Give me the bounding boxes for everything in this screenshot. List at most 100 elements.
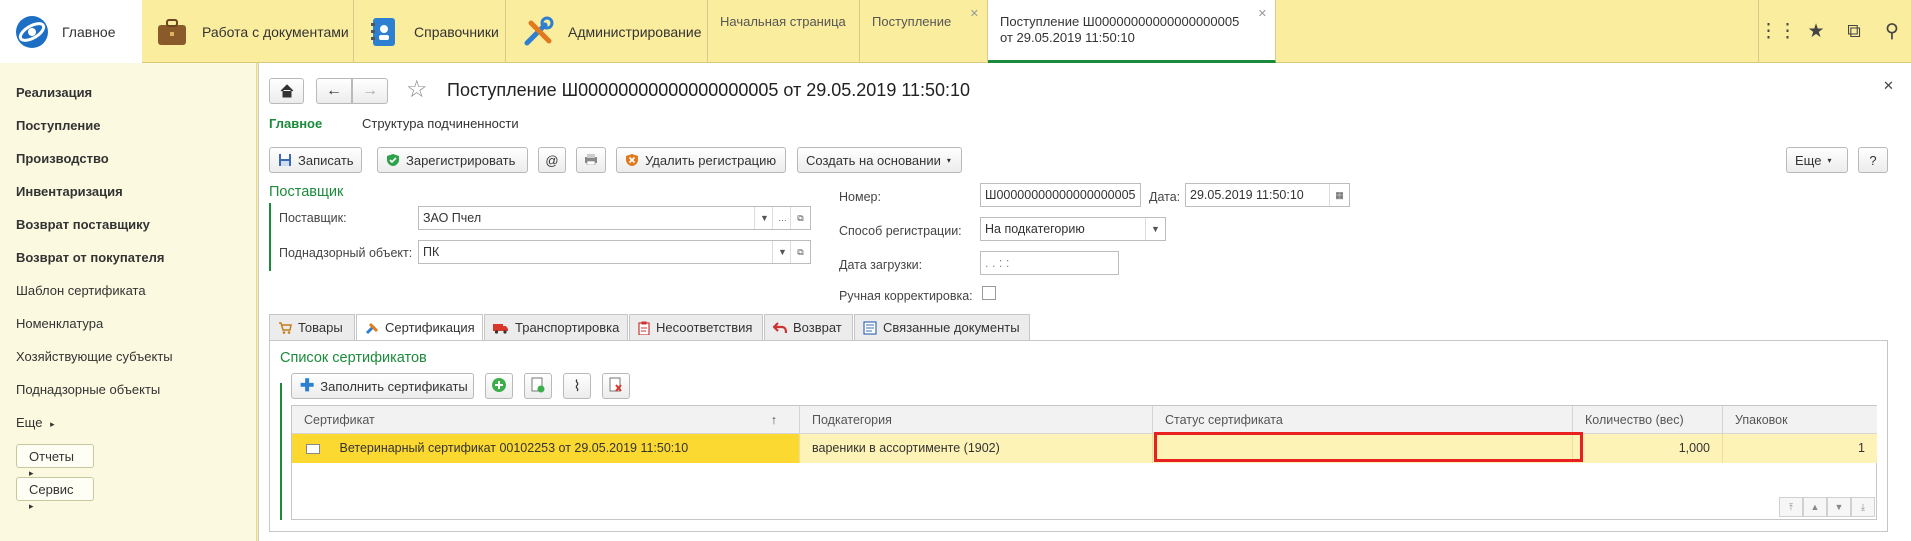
sidebar-item-more[interactable]: Еще ▸ [16,415,55,430]
supplier-group-title: Поставщик [269,184,344,200]
sidebar-item-return-to-supplier[interactable]: Возврат поставщику [16,217,150,232]
dropdown-icon[interactable]: ▼ [754,207,774,229]
delete-registration-button[interactable]: Удалить регистрацию [616,147,786,173]
favorites-star-icon[interactable]: ★ [1797,20,1835,43]
reports-button[interactable]: Отчеты ▸ [16,444,94,478]
table-cell-certificate[interactable]: Ветеринарный сертификат 00102253 от 29.0… [292,434,800,463]
tab-return[interactable]: Возврат [764,314,853,341]
registration-method-label: Способ регистрации: [839,224,962,238]
status-cell-highlight [1154,432,1583,462]
column-header-certificate-status[interactable]: Статус сертификата [1153,406,1573,434]
attach-button[interactable]: ⌇ [563,373,591,399]
supervised-object-field[interactable]: ПК ▼ ⧉ [418,240,811,264]
copy-doc-icon [531,377,545,396]
number-label: Номер: [839,190,881,204]
sidebar-item-business-entities[interactable]: Хозяйствующие субъекты [16,349,173,364]
registration-method-select[interactable]: На подкатегорию ▼ [980,217,1166,241]
table-cell-subcategory[interactable]: вареники в ассортименте (1902) [800,434,1153,463]
tab-certification[interactable]: Сертификация [356,314,483,341]
tab-label: Транспортировка [515,320,620,335]
nav-main[interactable]: Главное [269,116,322,131]
scroll-first-icon[interactable]: ⤒ [1779,497,1803,517]
email-button[interactable]: @ [538,147,566,173]
plus-icon: ✚ [300,376,315,395]
tab-label: Начальная страница [720,14,846,29]
load-date-field[interactable]: . . : : [980,251,1119,275]
number-field[interactable]: Ш00000000000000000005 [980,183,1141,207]
help-button[interactable]: ? [1858,147,1888,173]
section-documents[interactable]: Работа с документами [142,0,354,63]
manual-correction-checkbox[interactable] [982,286,996,300]
calendar-icon[interactable]: ▦ [1329,184,1349,206]
column-header-certificate[interactable]: Сертификат ↑ [292,406,800,434]
history-icon[interactable]: ⧉ [1835,21,1873,43]
tab-label: Связанные документы [883,320,1020,335]
sidebar-item-sales[interactable]: Реализация [16,85,92,100]
table-cell-quantity[interactable]: 1,000 [1573,434,1723,463]
supplier-field[interactable]: ЗАО Пчел ▼ … ⧉ [418,206,811,230]
register-button[interactable]: Зарегистрировать [377,147,528,173]
column-header-packages[interactable]: Упаковок [1723,406,1877,434]
add-row-button[interactable] [485,373,513,399]
tab-receipt-document[interactable]: Поступление Ш00000000000000000005 от 29.… [988,0,1276,63]
service-button[interactable]: Сервис ▸ [16,477,94,511]
apps-grid-icon[interactable]: ⋮⋮ [1759,20,1797,43]
load-date-value: . . : : [985,256,1010,270]
column-header-subcategory[interactable]: Подкатегория [800,406,1153,434]
tab-receipts-list[interactable]: Поступление ✕ [860,0,988,63]
truck-icon [493,322,509,334]
section-label: Администрирование [568,23,702,40]
favorite-star-icon[interactable]: ☆ [406,75,428,104]
table-cell-packages[interactable]: 1 [1723,434,1877,463]
column-header-quantity[interactable]: Количество (вес) [1573,406,1723,434]
tab-home-page[interactable]: Начальная страница [708,0,860,63]
scroll-last-icon[interactable]: ⤓ [1851,497,1875,517]
supplier-value: ЗАО Пчел [423,211,482,225]
nav-structure[interactable]: Структура подчиненности [362,116,519,131]
section-administration[interactable]: Администрирование [506,0,708,63]
home-button[interactable] [269,78,304,104]
dropdown-icon[interactable]: ▼ [772,241,792,263]
save-button[interactable]: Записать [269,147,362,173]
sidebar-item-receipts[interactable]: Поступление [16,118,101,133]
sidebar-item-production[interactable]: Производство [16,151,109,166]
close-icon[interactable]: ✕ [1258,6,1267,22]
briefcase-icon [154,14,190,50]
fill-certificates-button[interactable]: ✚ Заполнить сертификаты [291,373,474,399]
more-button[interactable]: Еще ▾ [1786,147,1848,173]
copy-row-button[interactable] [524,373,552,399]
ellipsis-icon[interactable]: … [772,207,792,229]
sidebar-item-supervised-objects[interactable]: Поднадзорные объекты [16,382,160,397]
page-title: Поступление Ш00000000000000000005 от 29.… [447,80,971,100]
tab-inconsistencies[interactable]: Несоответствия [629,314,763,341]
printer-icon [584,153,598,168]
create-based-on-button[interactable]: Создать на основании ▾ [797,147,962,173]
scroll-up-icon[interactable]: ▲ [1803,497,1827,517]
button-label: Заполнить сертификаты [320,378,468,394]
scroll-down-icon[interactable]: ▼ [1827,497,1851,517]
sidebar-item-nomenclature[interactable]: Номенклатура [16,316,103,331]
sort-asc-icon: ↑ [770,413,777,427]
back-button[interactable]: ← [316,78,352,104]
print-button[interactable] [576,147,606,173]
section-main[interactable]: Главное [0,0,142,63]
open-icon[interactable]: ⧉ [790,207,810,229]
tab-transportation[interactable]: Транспортировка [484,314,628,341]
sidebar-item-inventory[interactable]: Инвентаризация [16,184,123,199]
open-icon[interactable]: ⧉ [790,241,810,263]
close-icon[interactable]: ✕ [970,6,979,22]
button-label: Зарегистрировать [406,152,516,168]
forward-button[interactable]: → [352,78,388,104]
chevron-down-icon[interactable]: ▼ [1145,218,1165,240]
group-divider [269,203,271,271]
close-icon[interactable]: ✕ [1883,78,1894,94]
search-icon[interactable]: ⚲ [1873,20,1911,43]
group-divider [280,383,282,520]
sidebar-item-return-from-buyer[interactable]: Возврат от покупателя [16,250,164,265]
tab-linked-documents[interactable]: Связанные документы [854,314,1030,341]
section-references[interactable]: Справочники [354,0,506,63]
delete-row-button[interactable] [602,373,630,399]
date-field[interactable]: 29.05.2019 11:50:10 ▦ [1185,183,1350,207]
tab-goods[interactable]: Товары [269,314,355,341]
sidebar-item-certificate-template[interactable]: Шаблон сертификата [16,283,146,298]
